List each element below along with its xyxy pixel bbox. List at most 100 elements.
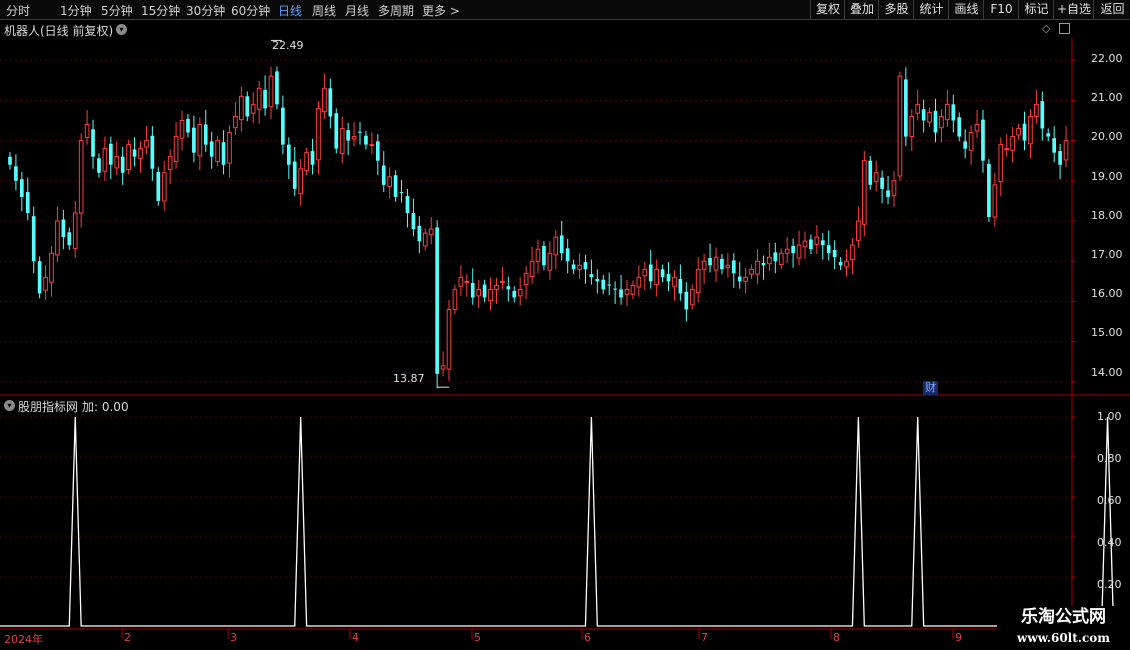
- candle-body: [25, 192, 30, 213]
- candle-body: [310, 151, 315, 165]
- candle: [951, 94, 956, 133]
- candle-body: [72, 212, 78, 249]
- candle-body: [256, 87, 262, 110]
- candle: [512, 286, 517, 303]
- candle: [583, 254, 588, 284]
- candle: [1004, 134, 1010, 157]
- y-tick-label: 22.00: [1091, 52, 1123, 65]
- candle-body: [263, 89, 267, 109]
- candle: [708, 243, 712, 273]
- candle: [322, 73, 327, 119]
- candle-body: [880, 177, 884, 189]
- candle-body: [731, 260, 736, 274]
- candle-body: [1004, 148, 1010, 151]
- candle-body: [458, 276, 464, 287]
- candle-body: [861, 160, 867, 225]
- candle: [339, 116, 345, 164]
- y-tick-label: 15.00: [1091, 326, 1123, 339]
- y-tick-label: 14.00: [1091, 366, 1123, 379]
- candle-body: [14, 166, 18, 181]
- candle: [1016, 123, 1021, 140]
- candle: [1063, 126, 1069, 168]
- candle: [850, 237, 855, 275]
- candle-body: [1022, 123, 1027, 141]
- candle: [619, 274, 623, 305]
- candle-body: [387, 176, 393, 187]
- candle-body: [150, 135, 155, 169]
- candle: [78, 133, 84, 228]
- candle: [417, 216, 422, 254]
- candle-body: [1010, 136, 1015, 151]
- candle: [915, 89, 921, 121]
- candle: [227, 125, 232, 178]
- candle: [381, 151, 386, 193]
- candle: [67, 227, 72, 250]
- candle-body: [156, 171, 161, 201]
- candle: [470, 268, 475, 305]
- candle: [1010, 126, 1015, 163]
- candle: [435, 220, 439, 389]
- candle: [542, 241, 546, 271]
- candle: [452, 284, 458, 315]
- candle: [844, 249, 849, 277]
- candle-body: [951, 104, 956, 121]
- candle: [84, 110, 90, 145]
- candle-body: [298, 168, 304, 195]
- candle: [1058, 143, 1062, 180]
- candle-body: [529, 260, 535, 278]
- candle-body: [512, 291, 517, 298]
- candle-body: [613, 288, 617, 290]
- indicator-y-tick-label: 0.40: [1097, 536, 1122, 549]
- candle-body: [197, 123, 203, 157]
- candle: [909, 109, 915, 152]
- candle-body: [334, 113, 339, 149]
- candle: [1052, 126, 1057, 163]
- candle: [126, 139, 131, 175]
- candle-body: [500, 280, 505, 283]
- candle: [364, 130, 368, 150]
- candle: [838, 257, 843, 271]
- candle-body: [393, 175, 398, 197]
- candle: [192, 115, 196, 163]
- candle: [749, 264, 754, 279]
- candle: [648, 249, 653, 289]
- candle: [334, 108, 339, 154]
- candle: [209, 131, 214, 169]
- candle: [814, 225, 820, 255]
- candle: [778, 248, 784, 270]
- candle: [286, 137, 291, 180]
- indicator-y-tick-label: 0.20: [1097, 578, 1122, 591]
- candle-body: [619, 289, 623, 298]
- candle: [535, 239, 541, 274]
- candle-body: [227, 132, 232, 164]
- candle-body: [547, 252, 553, 271]
- candle-body: [281, 107, 285, 145]
- candle-body: [215, 140, 220, 163]
- candle: [506, 276, 511, 302]
- candle: [114, 142, 120, 176]
- indicator-y-tick-label: 1.00: [1097, 410, 1122, 423]
- candle: [275, 66, 279, 110]
- candle-body: [571, 264, 576, 270]
- candle-body: [720, 258, 724, 270]
- candle: [310, 138, 315, 175]
- candle: [957, 112, 962, 142]
- candle: [49, 245, 54, 297]
- candle: [820, 233, 825, 260]
- candle-body: [422, 232, 428, 247]
- candle: [613, 281, 617, 304]
- candle-body: [672, 276, 677, 287]
- candle: [476, 279, 482, 308]
- candle-body: [1040, 101, 1045, 129]
- candle-body: [186, 118, 190, 133]
- kline-chart[interactable]: [0, 0, 1130, 650]
- x-axis-label: 2024年: [4, 633, 43, 646]
- candlestick-series: [8, 39, 1069, 389]
- candle-body: [850, 244, 855, 261]
- candle: [250, 92, 256, 123]
- candle-body: [791, 245, 795, 254]
- finance-badge[interactable]: 财: [923, 381, 938, 395]
- candle-body: [981, 119, 985, 161]
- candle-body: [304, 152, 309, 171]
- candle: [695, 257, 701, 303]
